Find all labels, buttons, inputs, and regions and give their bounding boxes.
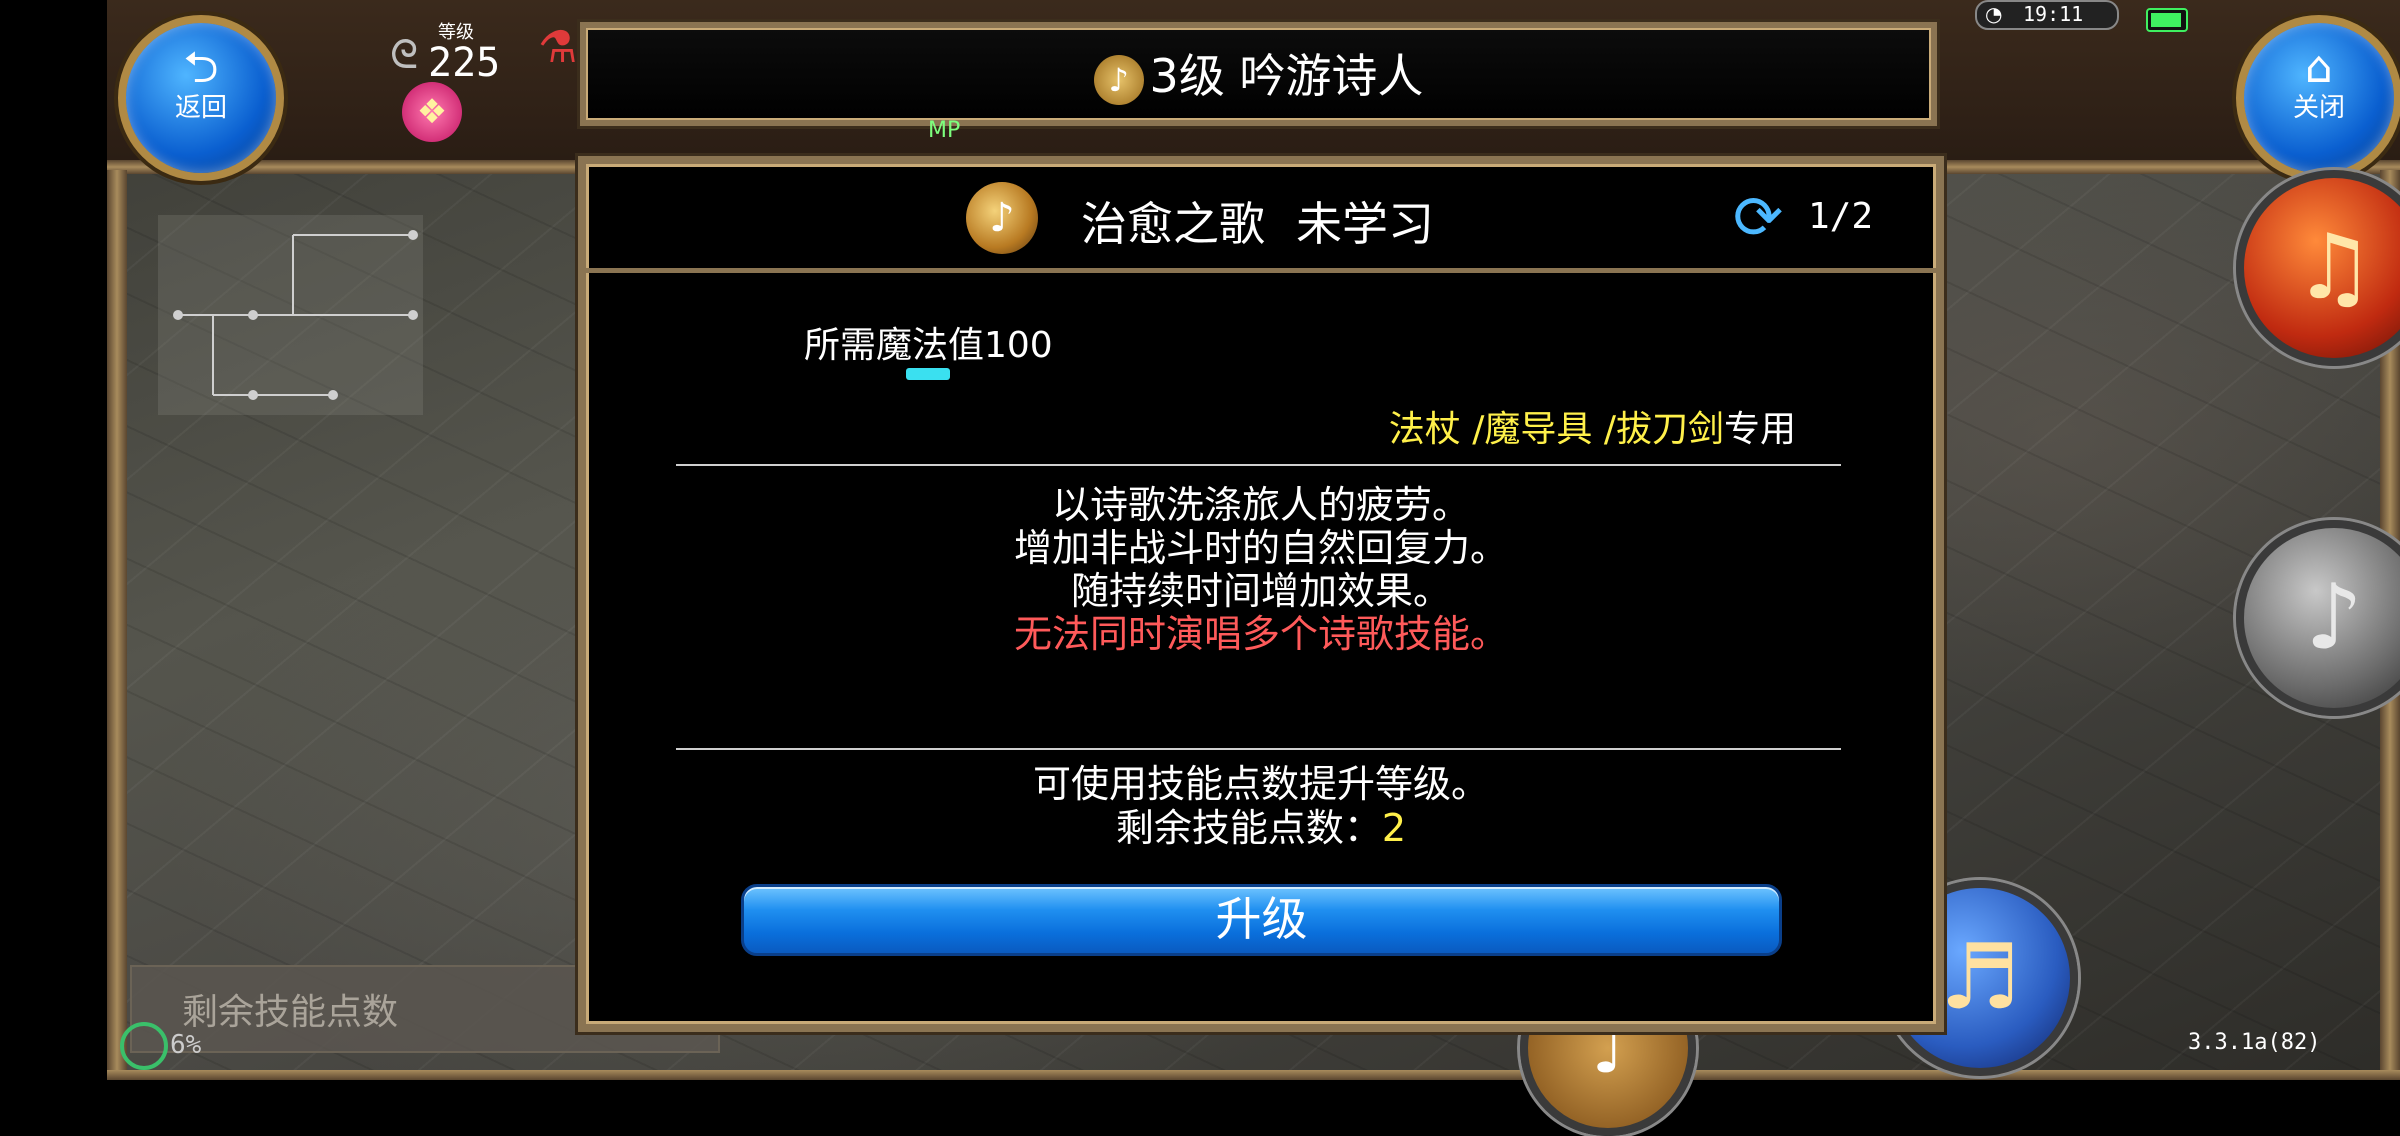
- harp-icon: ♪: [1093, 54, 1144, 105]
- points-hint: 可使用技能点数提升等级。: [1032, 762, 1489, 806]
- close-label: 关闭: [2292, 93, 2345, 123]
- close-button[interactable]: ⌂ 关闭: [2236, 15, 2400, 181]
- points-remaining-label: 剩余技能点数：: [1115, 806, 1382, 850]
- back-arrow-icon: ⮌: [183, 42, 219, 93]
- status-time: 19:11: [2023, 2, 2084, 26]
- skill-tree-lines: [173, 230, 418, 400]
- class-title: 3级 吟游诗人: [1149, 49, 1424, 103]
- gift-icon[interactable]: ❖: [402, 82, 462, 142]
- skill-description: 以诗歌洗涤旅人的疲劳。 增加非战斗时的自然回复力。 随持续时间增加效果。 无法同…: [586, 484, 1936, 656]
- flask-icon[interactable]: ⚗: [538, 22, 577, 73]
- description-line: 以诗歌洗涤旅人的疲劳。: [1051, 483, 1470, 527]
- skill-tree-minimap[interactable]: [158, 215, 423, 415]
- weapon-suffix: 专用: [1723, 409, 1796, 450]
- progress-percent: 6%: [170, 1030, 202, 1060]
- description-line: 随持续时间增加效果。: [1070, 569, 1451, 613]
- weapon-staff: 法杖: [1388, 409, 1461, 450]
- divider-bottom: [676, 748, 1841, 750]
- frame-bottom: [107, 1070, 2400, 1080]
- mp-bar: [906, 368, 950, 380]
- back-label: 返回: [174, 93, 227, 123]
- points-remaining-value: 2: [1381, 806, 1407, 850]
- skill-detail-dialog: ♪ 治愈之歌 未学习 ⟳ 1/2 所需魔法值100 法杖 /魔导具 /拔刀剑专用…: [578, 156, 1944, 1032]
- mp-required: 所需魔法值100: [804, 325, 1053, 366]
- version-text: 3.3.1a(82): [2188, 1030, 2321, 1055]
- weapon-magic-tool: /魔导具: [1472, 409, 1593, 450]
- points-info: 可使用技能点数提升等级。 剩余技能点数：2: [586, 762, 1936, 850]
- back-button[interactable]: ⮌ 返回: [118, 15, 284, 181]
- page-counter: 1/2: [1808, 196, 1874, 237]
- dialog-header: ♪ 治愈之歌 未学习 ⟳ 1/2: [586, 164, 1936, 273]
- status-bar: ◔ 19:11: [1975, 0, 2119, 30]
- skill-name: 治愈之歌: [1081, 197, 1265, 251]
- skill-status: 未学习: [1296, 197, 1434, 251]
- home-icon: ⌂: [2305, 42, 2333, 93]
- level-value: 225: [428, 40, 501, 86]
- clock-icon: ◔: [1985, 2, 2003, 26]
- mp-tag: MP: [928, 118, 961, 143]
- description-warning: 无法同时演唱多个诗歌技能。: [1013, 612, 1508, 656]
- weapon-restriction: 法杖 /魔导具 /拔刀剑专用: [1389, 400, 1796, 452]
- refresh-icon[interactable]: ⟳: [1726, 186, 1790, 250]
- description-line: 增加非战斗时的自然回复力。: [1013, 526, 1508, 570]
- weapon-katana: /拔刀剑: [1603, 409, 1724, 450]
- upgrade-button[interactable]: 升级: [741, 884, 1782, 956]
- remaining-points-bg-label: 剩余技能点数: [182, 992, 399, 1033]
- progress-ring-icon: [120, 1022, 168, 1070]
- divider-top: [676, 464, 1841, 466]
- swirl-icon: ᘓ: [390, 32, 419, 78]
- harp-icon: ♪: [966, 182, 1038, 254]
- battery-icon: [2146, 8, 2188, 32]
- class-title-banner: ♪ 3级 吟游诗人: [580, 22, 1937, 126]
- frame-left: [107, 170, 127, 1080]
